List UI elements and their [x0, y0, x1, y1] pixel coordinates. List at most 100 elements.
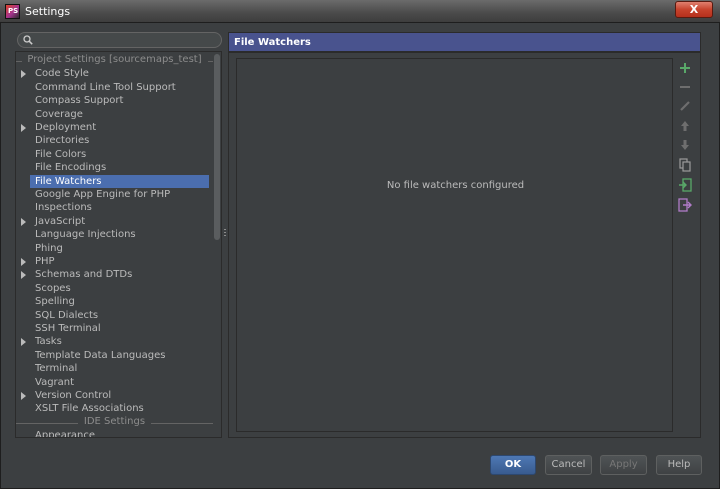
tree-item-label: Command Line Tool Support [35, 81, 176, 93]
tree-item-label: File Encodings [35, 162, 107, 174]
import-button[interactable] [677, 177, 693, 193]
panel-header: File Watchers [228, 32, 701, 52]
tree-item[interactable]: Vagrant [16, 376, 215, 389]
tree-item[interactable]: Coverage [16, 108, 215, 121]
tree-item-label: Language Injections [35, 229, 136, 241]
tree-item-label: Coverage [35, 108, 83, 120]
tree-item-label: Compass Support [35, 95, 124, 107]
tree-item[interactable]: Language Injections [16, 228, 215, 241]
expand-arrow-icon[interactable] [21, 124, 26, 132]
tree-item-label: Code Style [35, 68, 89, 80]
edit-button[interactable] [677, 98, 693, 114]
ok-button[interactable]: OK [490, 455, 536, 475]
tree-item-label: Inspections [35, 202, 92, 214]
move-down-icon [681, 140, 689, 150]
expand-arrow-icon[interactable] [21, 217, 26, 226]
tree-item[interactable]: Terminal [16, 362, 215, 375]
add-button[interactable] [677, 60, 693, 76]
tree-item-label: Phing [35, 242, 63, 254]
tree-item[interactable]: Spelling [16, 295, 215, 308]
edit-icon [680, 101, 690, 111]
tree-item[interactable]: File Encodings [16, 161, 215, 174]
divider [16, 61, 22, 62]
tree-item[interactable]: Appearance [16, 429, 215, 438]
copy-icon [679, 158, 691, 172]
tree-item-label: Google App Engine for PHP [35, 189, 171, 200]
tree-section-header: Project Settings [sourcemaps_test] [16, 54, 213, 67]
tree-item-label: Directories [35, 135, 90, 147]
watchers-toolbar [675, 58, 695, 432]
tree-section-label: IDE Settings [83, 415, 146, 427]
export-icon [678, 198, 692, 212]
app-icon-text: PS [8, 7, 19, 15]
settings-tree[interactable]: Project Settings [sourcemaps_test] Code S… [15, 51, 222, 438]
search-input[interactable] [17, 32, 222, 48]
tree-item[interactable]: Compass Support [16, 94, 215, 107]
tree-item[interactable]: Template Data Languages [16, 349, 215, 362]
export-button[interactable] [677, 197, 693, 213]
tree-item[interactable]: File Colors [16, 148, 215, 161]
tree-item[interactable]: Command Line Tool Support [16, 81, 215, 94]
tree-item-label: File Colors [35, 148, 87, 160]
expand-arrow-icon[interactable] [21, 392, 26, 400]
tree-item-label: Terminal [35, 363, 78, 375]
copy-button[interactable] [677, 157, 693, 173]
tree-item[interactable]: Version Control [16, 389, 215, 402]
tree-section-header: IDE Settings [16, 416, 213, 429]
remove-icon [680, 86, 690, 88]
tree-item-label: Spelling [35, 296, 75, 308]
splitter-handle[interactable] [223, 229, 227, 239]
tree-item[interactable]: File Watchers [30, 174, 209, 188]
tree-item[interactable]: Scopes [16, 282, 215, 295]
tree-item-label: Tasks [35, 336, 62, 348]
tree-item-label: SQL Dialects [35, 309, 99, 321]
tree-item-label: XSLT File Associations [35, 403, 144, 415]
divider [16, 422, 78, 424]
expand-arrow-icon[interactable] [21, 258, 26, 266]
help-button[interactable]: Help [656, 455, 702, 475]
remove-button[interactable] [677, 79, 693, 95]
import-icon [679, 178, 692, 192]
search-icon [23, 35, 33, 45]
tree-item-label: Version Control [35, 390, 112, 401]
tree-item[interactable]: Directories [16, 134, 215, 147]
tree-item[interactable]: SQL Dialects [16, 309, 215, 322]
move-down-button[interactable] [677, 137, 693, 153]
tree-item-label: File Watchers [35, 175, 102, 187]
tree-item-label: Schemas and DTDs [35, 269, 133, 281]
tree-item[interactable]: Deployment [16, 121, 215, 134]
tree-item[interactable]: Code Style [16, 67, 215, 80]
cancel-button[interactable]: Cancel [545, 455, 592, 475]
empty-list-message: No file watchers configured [386, 180, 525, 191]
window-title: Settings [25, 5, 71, 18]
move-up-button[interactable] [677, 118, 693, 134]
tree-item-label: Appearance [35, 430, 96, 438]
apply-button[interactable]: Apply [600, 455, 647, 475]
file-watchers-list[interactable]: No file watchers configured [236, 58, 673, 432]
add-icon [680, 63, 690, 73]
expand-arrow-icon[interactable] [21, 338, 26, 347]
tree-item-label: Vagrant [35, 376, 75, 388]
close-button[interactable]: X [675, 1, 713, 18]
tree-item-label: SSH Terminal [35, 323, 101, 334]
tree-item[interactable]: Inspections [16, 201, 215, 214]
expand-arrow-icon[interactable] [21, 70, 26, 79]
divider [207, 61, 213, 62]
tree-item[interactable]: JavaScript [16, 215, 215, 228]
tree-item-label: Deployment [35, 122, 97, 133]
tree-item[interactable]: Tasks [16, 335, 215, 348]
tree-item-label: JavaScript [35, 215, 86, 227]
title-bar[interactable]: PS Settings X [0, 0, 720, 23]
tree-section-label: Project Settings [sourcemaps_test] [27, 54, 202, 65]
tree-item[interactable]: Phing [16, 242, 215, 255]
move-up-icon [681, 121, 689, 131]
divider [151, 422, 213, 424]
panel-title: File Watchers [234, 37, 311, 48]
tree-item[interactable]: Google App Engine for PHP [16, 188, 215, 201]
expand-arrow-icon[interactable] [21, 271, 26, 280]
tree-item-label: Scopes [35, 282, 71, 294]
tree-item[interactable]: SSH Terminal [16, 322, 215, 335]
tree-item[interactable]: Schemas and DTDs [16, 268, 215, 281]
tree-item[interactable]: PHP [16, 255, 215, 268]
tree-item[interactable]: XSLT File Associations [16, 402, 215, 415]
